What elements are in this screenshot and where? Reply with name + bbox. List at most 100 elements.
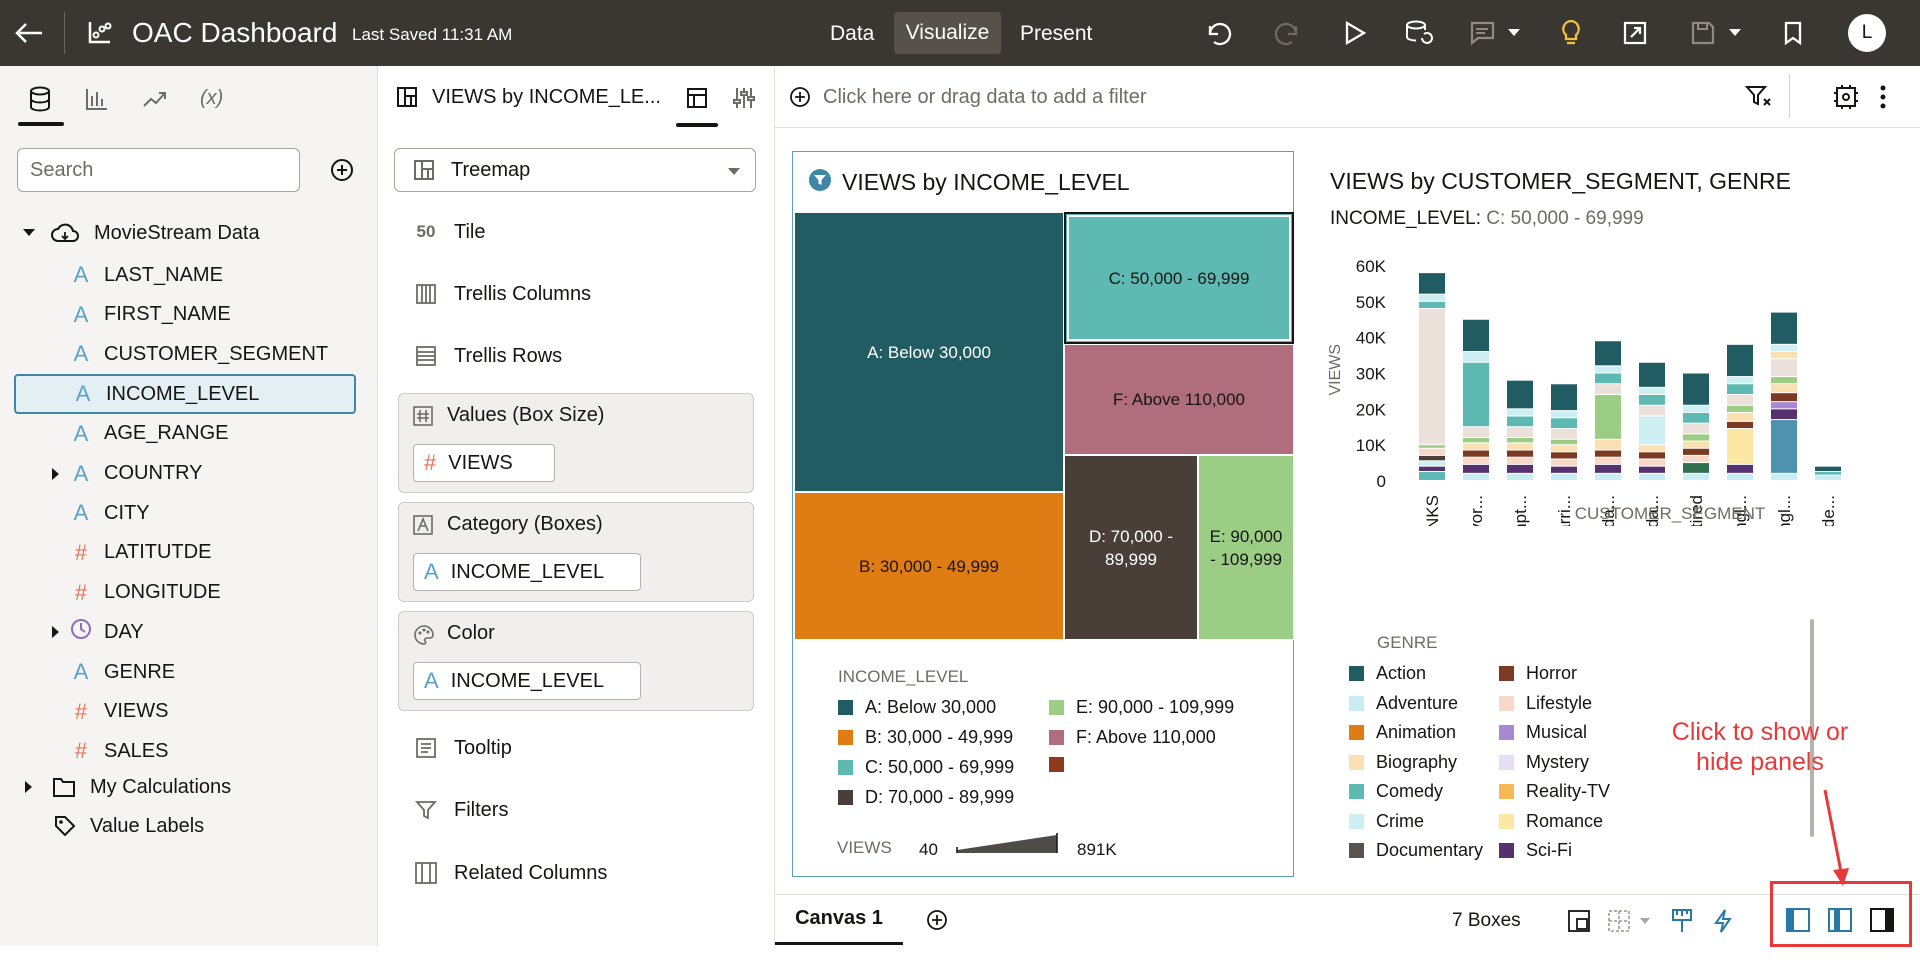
bar-segment[interactable] [1507, 416, 1533, 427]
bar-segment[interactable] [1551, 452, 1577, 459]
tree-column-item[interactable]: A INCOME_LEVEL [14, 374, 356, 415]
canvas-settings-icon[interactable] [1833, 84, 1859, 110]
treemap-box-f[interactable]: F: Above 110,000 [1064, 344, 1294, 455]
income-level-pill[interactable]: A INCOME_LEVEL [413, 553, 641, 591]
bar-segment[interactable] [1683, 423, 1709, 434]
bar-segment[interactable] [1419, 294, 1445, 301]
user-avatar[interactable]: L [1848, 14, 1886, 52]
genre-legend-item[interactable]: Comedy [1349, 781, 1443, 802]
bar-segment[interactable] [1771, 473, 1797, 480]
bar-segment[interactable] [1727, 429, 1753, 464]
bookmark-icon[interactable] [1782, 20, 1804, 46]
tree-column-item[interactable]: # VIEWS [14, 692, 356, 732]
bar-segment[interactable] [1463, 450, 1489, 457]
bar-segment[interactable] [1771, 384, 1797, 393]
bar-segment[interactable] [1507, 427, 1533, 437]
bar-segment[interactable] [1419, 461, 1445, 466]
viz-type-select[interactable]: Treemap [394, 148, 756, 192]
bar-segment[interactable] [1771, 344, 1797, 351]
bar-segment[interactable] [1463, 457, 1489, 464]
bar-segment[interactable] [1683, 405, 1709, 412]
bar-segment[interactable] [1727, 395, 1753, 405]
bar-segment[interactable] [1595, 439, 1621, 450]
redo-icon[interactable] [1272, 20, 1300, 46]
bar-segment[interactable] [1551, 384, 1577, 411]
bar-segment[interactable] [1551, 473, 1577, 480]
treemap-legend-item[interactable]: E: 90,000 - 109,999 [1049, 697, 1234, 718]
grid-layout-icon[interactable] [1607, 909, 1631, 933]
genre-legend-item[interactable]: Sci-Fi [1499, 840, 1572, 861]
export-icon[interactable] [1622, 20, 1648, 46]
tree-column-item[interactable]: A FIRST_NAME [14, 295, 356, 335]
filter-options-icon[interactable] [1745, 84, 1773, 110]
tree-column-item[interactable]: # LONGITUDE [14, 573, 356, 613]
bar-segment[interactable] [1595, 341, 1621, 366]
chevron-right-icon[interactable] [24, 780, 34, 794]
bar-segment[interactable] [1683, 441, 1709, 448]
bar-segment[interactable] [1727, 405, 1753, 412]
bar-segment[interactable] [1683, 473, 1709, 480]
bar-segment[interactable] [1419, 445, 1445, 448]
bar-segment[interactable] [1727, 464, 1753, 473]
bar-segment[interactable] [1727, 377, 1753, 384]
bar-segment[interactable] [1551, 411, 1577, 418]
bar-segment[interactable] [1771, 312, 1797, 344]
calculations-tab-icon[interactable]: (x) [200, 87, 223, 110]
bar-segment[interactable] [1771, 402, 1797, 409]
tab-visualize[interactable]: Visualize [894, 12, 1001, 54]
bar-segment[interactable] [1551, 418, 1577, 429]
genre-legend-item[interactable]: Horror [1499, 663, 1577, 684]
bar-segment[interactable] [1419, 273, 1445, 294]
play-icon[interactable] [1342, 20, 1368, 46]
back-arrow-icon[interactable] [14, 20, 44, 46]
tree-column-item[interactable]: # LATITUTDE [14, 533, 356, 573]
bar-segment[interactable] [1595, 473, 1621, 480]
bar-segment[interactable] [1639, 459, 1665, 466]
tree-my-calculations[interactable]: My Calculations [24, 770, 231, 804]
genre-legend-item[interactable]: Crime [1349, 811, 1424, 832]
tree-root-moviestream[interactable]: MovieStream Data [22, 216, 260, 250]
tooltip-item[interactable]: Tooltip [414, 732, 512, 764]
genre-legend-item[interactable]: Romance [1499, 811, 1603, 832]
bar-segment[interactable] [1639, 395, 1665, 405]
bar-segment[interactable] [1815, 475, 1841, 480]
bar-segment[interactable] [1771, 420, 1797, 473]
treemap-legend-item[interactable] [1049, 757, 1076, 772]
trellis-rows-item[interactable]: Trellis Rows [414, 340, 562, 372]
related-columns-item[interactable]: Related Columns [414, 857, 607, 889]
bar-segment[interactable] [1727, 384, 1753, 394]
bar-segment[interactable] [1639, 362, 1665, 387]
bar-segment[interactable] [1419, 455, 1445, 461]
filters-item[interactable]: Filters [414, 794, 508, 826]
toggle-grammar-panel-icon[interactable] [1827, 907, 1853, 933]
chevron-right-icon[interactable] [44, 625, 68, 639]
treemap-box-e[interactable]: E: 90,000 - 109,999 [1198, 455, 1294, 640]
bar-segment[interactable] [1595, 366, 1621, 373]
bar-segment[interactable] [1771, 359, 1797, 377]
genre-legend-item[interactable]: Documentary [1349, 840, 1483, 861]
treemap-legend-item[interactable]: B: 30,000 - 49,999 [838, 727, 1013, 748]
treemap-legend-item[interactable]: D: 70,000 - 89,999 [838, 787, 1014, 808]
refresh-data-icon[interactable] [1404, 18, 1434, 48]
genre-legend-item[interactable]: Animation [1349, 722, 1456, 743]
bar-segment[interactable] [1419, 472, 1445, 480]
bar-segment[interactable] [1551, 466, 1577, 473]
bar-segment[interactable] [1419, 448, 1445, 455]
tree-column-item[interactable]: A CUSTOMER_SEGMENT [14, 334, 356, 374]
add-filter-icon[interactable] [789, 86, 811, 108]
chevron-down-icon[interactable] [22, 228, 36, 238]
tree-column-item[interactable]: A COUNTRY [14, 454, 356, 494]
comment-icon[interactable] [1468, 20, 1496, 46]
bar-segment[interactable] [1551, 445, 1577, 452]
bar-segment[interactable] [1771, 393, 1797, 402]
bar-segment[interactable] [1727, 412, 1753, 421]
bar-segment[interactable] [1727, 473, 1753, 480]
comment-dropdown-icon[interactable] [1507, 28, 1521, 38]
bar-segment[interactable] [1551, 459, 1577, 466]
lightbulb-icon[interactable] [1560, 19, 1582, 47]
bar-segment[interactable] [1507, 457, 1533, 464]
bar-segment[interactable] [1595, 373, 1621, 384]
tree-value-labels[interactable]: Value Labels [54, 809, 204, 843]
trellis-columns-item[interactable]: Trellis Columns [414, 278, 591, 310]
bar-segment[interactable] [1419, 466, 1445, 472]
